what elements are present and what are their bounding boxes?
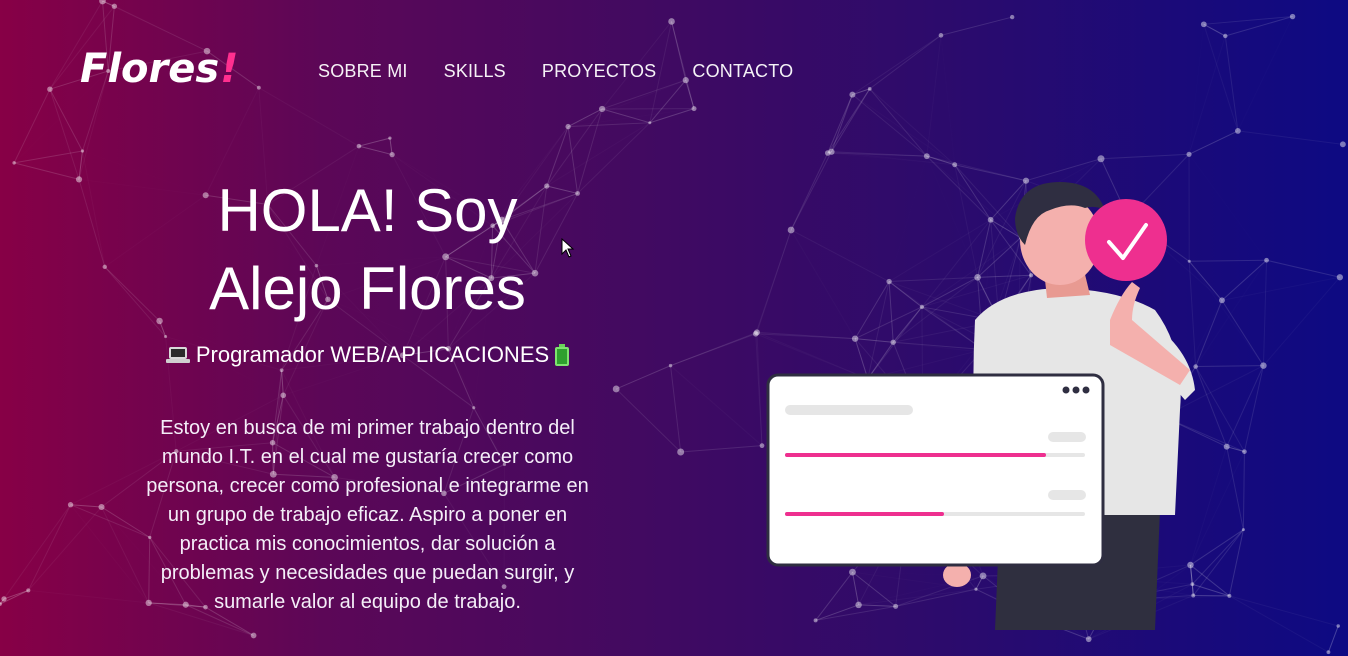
mouse-cursor-icon [561, 238, 575, 258]
hero-title-line-1: HOLA! Soy [217, 177, 518, 244]
logo-exclamation: ! [220, 46, 239, 92]
hero-illustration [766, 182, 1195, 630]
logo-text: Flores [80, 46, 220, 92]
hero-title: HOLA! Soy Alejo Flores [145, 172, 590, 328]
logo[interactable]: Flores! [80, 46, 238, 92]
nav-skills[interactable]: SKILLS [444, 61, 506, 82]
hero-subtitle: Programador WEB/APLICACIONES [145, 342, 590, 368]
hero-title-line-2: Alejo Flores [209, 255, 526, 322]
progress-fill-1 [785, 453, 1046, 457]
main-nav: SOBRE MI SKILLS PROYECTOS CONTACTO [318, 61, 793, 82]
hero-description: Estoy en busca de mi primer trabajo dent… [146, 417, 589, 613]
laptop-icon [165, 346, 190, 364]
subtitle-text: Programador WEB/APLICACIONES [195, 342, 550, 367]
mock-card [766, 373, 1105, 567]
nav-contacto[interactable]: CONTACTO [692, 61, 793, 82]
progress-fill-2 [785, 512, 944, 516]
battery-icon [555, 344, 570, 366]
nav-sobre-mi[interactable]: SOBRE MI [318, 61, 408, 82]
checkmark-badge [1085, 199, 1167, 281]
nav-proyectos[interactable]: PROYECTOS [542, 61, 657, 82]
